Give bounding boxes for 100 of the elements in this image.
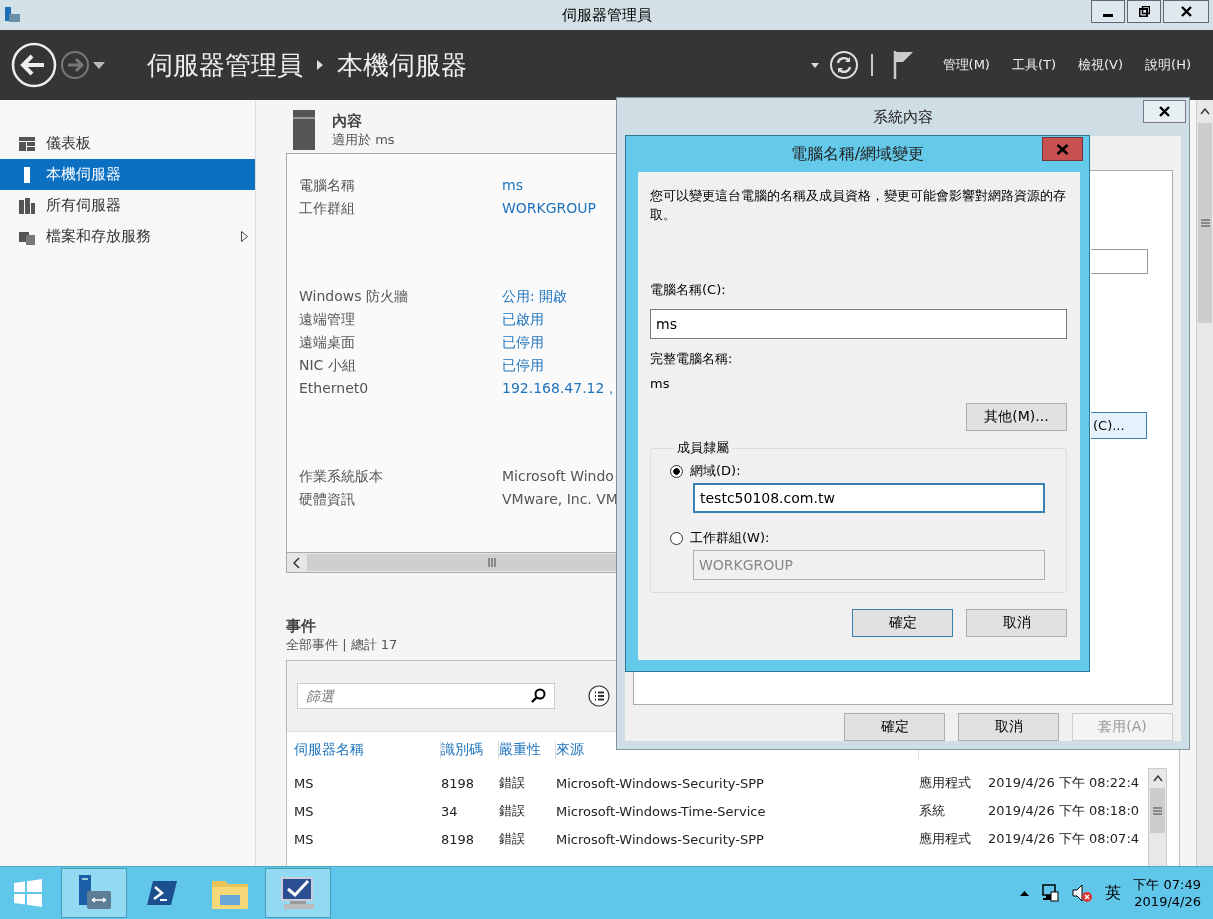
more-button[interactable]: 其他(M)... xyxy=(966,403,1067,431)
property-link[interactable]: 公用: 開啟 xyxy=(502,285,619,307)
computer-name-field[interactable]: ms xyxy=(650,309,1067,339)
clock-time[interactable]: 下午 07:49 xyxy=(1133,876,1201,893)
scroll-left-icon[interactable] xyxy=(293,556,301,569)
section-subtitle: 適用於 ms xyxy=(332,130,395,149)
breadcrumb-item: 本機伺服器 xyxy=(337,48,467,82)
flag-icon[interactable] xyxy=(892,50,915,80)
property-link[interactable]: ms xyxy=(502,174,616,196)
property-label: Ethernet0 xyxy=(299,379,370,398)
property-link[interactable]: 已停用 xyxy=(502,331,619,353)
field-label: 完整電腦名稱: xyxy=(650,350,734,368)
property-label: Windows 防火牆 xyxy=(299,287,409,306)
property-label: 電腦名稱 xyxy=(299,176,356,195)
section-title: 內容 xyxy=(332,111,363,131)
caret-icon[interactable] xyxy=(810,62,819,68)
radio-button[interactable] xyxy=(670,531,683,545)
menu-item[interactable]: 檢視(V) xyxy=(1078,56,1124,74)
expand-arrow-icon[interactable] xyxy=(241,231,248,242)
column-header[interactable]: 伺服器名稱 xyxy=(294,741,441,759)
menu-item[interactable]: 說明(H) xyxy=(1145,56,1191,74)
search-icon[interactable] xyxy=(531,688,546,703)
scroll-thumb[interactable] xyxy=(1150,788,1165,833)
dialog-title: 電腦名稱/網域變更 xyxy=(790,143,925,165)
property-label: 作業系統版本 xyxy=(299,467,384,486)
clock-date[interactable]: 2019/4/26 xyxy=(1134,893,1201,910)
close-button[interactable] xyxy=(1143,100,1186,123)
sidebar-item[interactable]: 儀表板 xyxy=(0,128,255,159)
dialog-button[interactable]: 取消 xyxy=(966,609,1067,637)
radio-option[interactable]: 網域(D): xyxy=(670,461,1047,481)
table-cell-text: 2019/4/26 下午 08:22:4 xyxy=(988,774,1141,792)
caret-up-icon[interactable] xyxy=(1020,890,1030,896)
close-icon xyxy=(1056,143,1069,155)
close-button[interactable] xyxy=(1163,0,1209,23)
table-cell-text: 2019/4/26 下午 08:18:0 xyxy=(988,802,1141,820)
volume-muted-icon[interactable] xyxy=(1071,883,1094,903)
property-label: 遠端桌面 xyxy=(299,333,356,352)
table-cell-text: MS xyxy=(294,831,315,847)
vertical-scrollbar[interactable] xyxy=(1148,768,1167,866)
scroll-thumb[interactable] xyxy=(307,554,616,571)
filter-field[interactable]: 篩選 xyxy=(297,683,555,709)
taskbar-button[interactable] xyxy=(265,868,331,918)
caret-icon[interactable] xyxy=(93,61,105,69)
horizontal-scrollbar[interactable] xyxy=(287,552,616,572)
close-icon xyxy=(1159,106,1170,117)
window-title: 伺服器管理員 xyxy=(561,5,652,25)
membership-field[interactable]: testc50108.com.tw xyxy=(693,483,1045,513)
sidebar-item[interactable]: 檔案和存放服務 xyxy=(0,221,255,252)
server-manager-icon xyxy=(3,6,21,24)
group-title: 成員隸屬 xyxy=(676,439,730,457)
vertical-scrollbar[interactable] xyxy=(1196,100,1213,866)
full-name-text: ms xyxy=(650,376,671,391)
refresh-icon[interactable] xyxy=(828,50,859,80)
list-options-icon[interactable] xyxy=(588,685,610,707)
field-label: 電腦名稱(C): xyxy=(650,281,727,299)
dashboard-icon xyxy=(18,134,36,153)
property-label: NIC 小組 xyxy=(299,356,357,375)
property-link[interactable]: 192.168.47.12， xyxy=(502,377,619,399)
dialog-button[interactable]: 確定 xyxy=(852,609,953,637)
property-link[interactable]: 已啟用 xyxy=(502,308,619,330)
dialog-button[interactable]: 取消 xyxy=(958,713,1059,741)
network-icon[interactable] xyxy=(1041,883,1060,903)
minimize-icon xyxy=(1103,13,1113,17)
property-link[interactable]: WORKGROUP xyxy=(502,197,616,219)
property-link[interactable]: 已停用 xyxy=(502,354,619,376)
section-subtitle: 全部事件 | 總計 17 xyxy=(286,636,398,654)
radio-button[interactable] xyxy=(670,464,683,478)
table-cell-text: MS xyxy=(294,803,315,819)
change-button[interactable]: (C)... xyxy=(1091,412,1147,439)
scroll-up-icon[interactable] xyxy=(1200,108,1210,115)
minimize-button[interactable] xyxy=(1091,0,1125,23)
sidebar-item[interactable]: 本機伺服器 xyxy=(0,159,255,190)
table-cell-text: 應用程式 xyxy=(919,830,972,848)
taskbar-button[interactable] xyxy=(61,868,127,918)
input-language-indicator[interactable]: 英 xyxy=(1105,882,1122,904)
scroll-up-icon[interactable] xyxy=(1152,775,1163,782)
sidebar-item[interactable]: 所有伺服器 xyxy=(0,190,255,221)
restore-button[interactable] xyxy=(1127,0,1161,23)
scroll-thumb[interactable] xyxy=(1198,123,1212,323)
dialog-button[interactable]: 確定 xyxy=(844,713,945,741)
forward-icon[interactable] xyxy=(60,50,90,80)
table-cell-text: MS xyxy=(294,775,315,791)
chevron-icon xyxy=(317,60,323,70)
close-icon xyxy=(1180,6,1192,17)
property-label: 工作群組 xyxy=(299,199,356,218)
property-value: Microsoft Windo xyxy=(502,467,615,486)
menu-item[interactable]: 工具(T) xyxy=(1011,56,1057,74)
breadcrumb-item[interactable]: 伺服器管理員 xyxy=(147,47,303,83)
section-title: 事件 xyxy=(286,617,316,636)
column-header[interactable]: 嚴重性 xyxy=(499,741,556,759)
table-cell-text: 應用程式 xyxy=(919,774,972,792)
menu-item[interactable]: 管理(M) xyxy=(942,56,990,74)
back-icon[interactable] xyxy=(11,42,57,88)
dialog-title: 系統內容 xyxy=(873,107,933,127)
radio-option[interactable]: 工作群組(W): xyxy=(670,528,1047,548)
text-field[interactable] xyxy=(1091,249,1148,274)
restore-icon xyxy=(1138,6,1150,17)
column-header[interactable]: 識別碼 xyxy=(441,741,499,759)
table-cell-text: 2019/4/26 下午 08:07:4 xyxy=(988,830,1141,848)
table-cell-text: 錯誤 xyxy=(499,802,526,820)
